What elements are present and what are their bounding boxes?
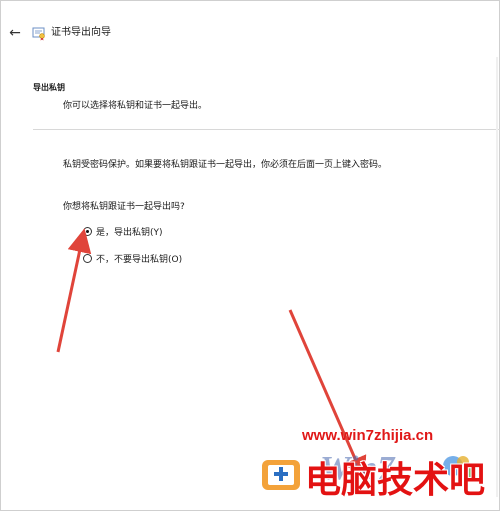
watermark-url: www.win7zhijia.cn <box>302 427 434 444</box>
section-subtitle: 你可以选择将私钥和证书一起导出。 <box>63 101 208 111</box>
section-title: 导出私钥 <box>33 83 65 92</box>
description-text: 私钥受密码保护。如果要将私钥跟证书一起导出，你必须在后面一页上键入密码。 <box>63 160 388 170</box>
scrollbar-track <box>496 57 498 497</box>
header-divider <box>33 129 500 130</box>
window-title: 证书导出向导 <box>51 27 111 38</box>
question-text: 你想将私钥跟证书一起导出吗? <box>63 202 185 212</box>
option-yes-export-key[interactable]: 是，导出私钥(Y) <box>83 223 163 239</box>
back-arrow-icon[interactable]: ← <box>7 25 23 41</box>
radio-no[interactable] <box>83 253 92 263</box>
option-no-label: 不，不要导出私钥(O) <box>96 254 183 265</box>
option-yes-label: 是，导出私钥(Y) <box>96 227 163 238</box>
title-bar: ← 证书导出向导 <box>1 1 499 57</box>
watermark-brand: 电脑技术吧 <box>305 459 486 500</box>
certificate-icon <box>32 27 45 41</box>
wizard-header: 导出私钥 你可以选择将私钥和证书一起导出。 <box>21 57 499 117</box>
option-no-export-key[interactable]: 不，不要导出私钥(O) <box>83 250 182 266</box>
radio-yes[interactable] <box>83 226 92 236</box>
